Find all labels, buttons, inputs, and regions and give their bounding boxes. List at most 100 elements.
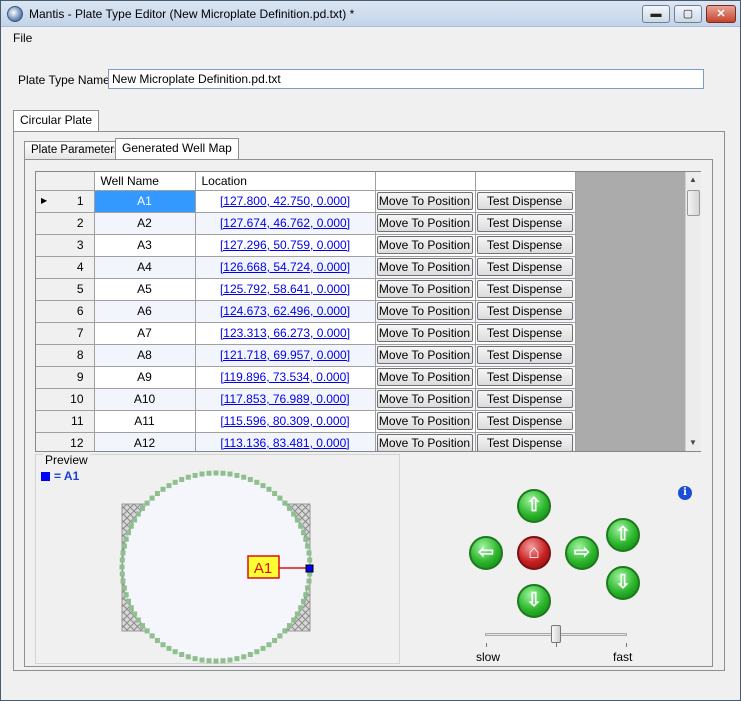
test-dispense-button[interactable]: Test Dispense xyxy=(476,368,573,386)
well-marker[interactable] xyxy=(149,495,155,501)
well-marker[interactable] xyxy=(294,611,300,617)
table-row[interactable]: 12 A12 [113.136, 83.481, 0.000] Move To Pos… xyxy=(36,432,576,451)
well-name-cell[interactable]: A12 xyxy=(94,432,196,451)
row-number[interactable]: 12 xyxy=(36,432,95,451)
row-number[interactable]: 6 xyxy=(36,300,95,323)
close-button[interactable]: ✕ xyxy=(706,5,736,23)
test-dispense-button[interactable]: Test Dispense xyxy=(476,390,573,408)
move-to-position-button[interactable]: Move To Position xyxy=(376,434,473,451)
move-to-position-button[interactable]: Move To Position xyxy=(376,368,473,386)
table-row[interactable]: 4 A4 [126.668, 54.724, 0.000] Move To Posit… xyxy=(36,256,576,279)
move-left-button[interactable]: ⇦ xyxy=(469,536,503,570)
well-marker[interactable] xyxy=(241,654,247,660)
row-number[interactable]: 7 xyxy=(36,322,95,345)
well-marker[interactable] xyxy=(192,656,198,662)
well-name-cell[interactable]: A2 xyxy=(94,212,196,235)
row-number[interactable]: 8 xyxy=(36,344,95,367)
well-marker[interactable] xyxy=(220,470,226,476)
test-dispense-button[interactable]: Test Dispense xyxy=(476,192,573,210)
test-dispense-button[interactable]: Test Dispense xyxy=(476,302,573,320)
well-marker[interactable] xyxy=(144,500,150,506)
well-name-cell[interactable]: A11 xyxy=(94,410,196,433)
well-marker[interactable] xyxy=(154,491,160,496)
well-name-cell[interactable]: A6 xyxy=(94,300,196,323)
well-name-cell[interactable]: A7 xyxy=(94,322,196,345)
well-marker[interactable] xyxy=(185,474,191,480)
move-to-position-button[interactable]: Move To Position xyxy=(376,192,473,210)
well-marker[interactable] xyxy=(154,638,160,643)
tab-generated-well-map[interactable]: Generated Well Map xyxy=(115,138,239,160)
well-name-cell[interactable]: A9 xyxy=(94,366,196,389)
location-link[interactable]: [117.853, 76.989, 0.000] xyxy=(220,392,349,406)
well-marker[interactable] xyxy=(291,511,297,517)
well-marker[interactable] xyxy=(241,474,247,480)
well-marker[interactable] xyxy=(291,617,297,623)
well-marker[interactable] xyxy=(298,605,304,611)
tab-plate-parameters[interactable]: Plate Parameters xyxy=(24,141,127,160)
move-to-position-button[interactable]: Move To Position xyxy=(376,324,473,342)
well-name-cell[interactable]: A3 xyxy=(94,234,196,257)
well-marker[interactable] xyxy=(121,543,127,549)
test-dispense-button[interactable]: Test Dispense xyxy=(476,258,573,276)
well-marker[interactable] xyxy=(206,470,212,476)
location-link[interactable]: [113.136, 83.481, 0.000] xyxy=(220,436,349,450)
well-marker[interactable] xyxy=(185,654,191,660)
well-marker[interactable] xyxy=(206,658,212,664)
well-marker[interactable] xyxy=(294,517,300,523)
well-marker[interactable] xyxy=(119,564,125,570)
well-marker[interactable] xyxy=(301,598,306,604)
well-marker[interactable] xyxy=(298,523,304,529)
well-name-cell[interactable]: A5 xyxy=(94,278,196,301)
well-marker[interactable] xyxy=(119,571,125,577)
location-link[interactable]: [127.296, 50.759, 0.000] xyxy=(220,238,350,252)
row-number[interactable]: ▶ 1 xyxy=(36,190,95,213)
plate-type-name-input[interactable]: New Microplate Definition.pd.txt xyxy=(108,69,704,89)
table-row[interactable]: 7 A7 [123.313, 66.273, 0.000] Move To Posit… xyxy=(36,322,576,345)
well-marker[interactable] xyxy=(119,557,125,563)
row-number[interactable]: 4 xyxy=(36,256,95,279)
well-marker[interactable] xyxy=(303,536,309,542)
well-marker[interactable] xyxy=(120,578,126,584)
well-marker[interactable] xyxy=(287,505,292,511)
row-number[interactable]: 3 xyxy=(36,234,95,257)
well-marker[interactable] xyxy=(307,557,313,563)
location-link[interactable]: [121.718, 69.957, 0.000] xyxy=(220,348,350,362)
table-row[interactable]: 9 A9 [119.896, 73.534, 0.000] Move To Posit… xyxy=(36,366,576,389)
well-marker[interactable] xyxy=(306,578,312,584)
location-link[interactable]: [127.800, 42.750, 0.000] xyxy=(220,194,350,208)
well-marker[interactable] xyxy=(199,657,205,663)
well-marker[interactable] xyxy=(213,658,219,664)
well-marker[interactable] xyxy=(260,483,266,489)
well-marker[interactable] xyxy=(172,479,178,485)
well-marker[interactable] xyxy=(234,656,240,662)
well-marker[interactable] xyxy=(123,536,129,542)
well-marker[interactable] xyxy=(277,633,283,639)
test-dispense-button[interactable]: Test Dispense xyxy=(476,214,573,232)
well-marker[interactable] xyxy=(303,592,309,598)
well-marker[interactable] xyxy=(306,550,312,556)
table-row[interactable]: 8 A8 [121.718, 69.957, 0.000] Move To Posit… xyxy=(36,344,576,367)
well-marker[interactable] xyxy=(121,585,127,591)
table-row[interactable]: 3 A3 [127.296, 50.759, 0.000] Move To Posit… xyxy=(36,234,576,257)
table-row[interactable]: ▶ 1 A1 [127.800, 42.750, 0.000] Move To Posi… xyxy=(36,190,576,213)
well-marker[interactable] xyxy=(266,486,272,492)
table-row[interactable]: 10 A10 [117.853, 76.989, 0.000] Move To Pos… xyxy=(36,388,576,411)
header-location[interactable]: Location xyxy=(195,172,376,191)
well-marker[interactable] xyxy=(132,611,138,617)
well-marker[interactable] xyxy=(282,628,288,634)
well-marker[interactable] xyxy=(272,638,278,643)
move-to-position-button[interactable]: Move To Position xyxy=(376,346,473,364)
row-number[interactable]: 10 xyxy=(36,388,95,411)
test-dispense-button[interactable]: Test Dispense xyxy=(476,236,573,254)
well-marker[interactable] xyxy=(123,592,129,598)
home-button[interactable]: ⌂ xyxy=(517,536,551,570)
well-marker[interactable] xyxy=(305,585,311,591)
menu-file[interactable]: File xyxy=(13,31,32,45)
scroll-up-icon[interactable]: ▲ xyxy=(689,175,697,184)
well-marker[interactable] xyxy=(135,511,141,517)
speed-slider-thumb[interactable] xyxy=(551,625,561,643)
well-marker[interactable] xyxy=(247,652,253,657)
well-name-cell[interactable]: A8 xyxy=(94,344,196,367)
well-marker[interactable] xyxy=(254,649,260,655)
location-link[interactable]: [126.668, 54.724, 0.000] xyxy=(220,260,350,274)
